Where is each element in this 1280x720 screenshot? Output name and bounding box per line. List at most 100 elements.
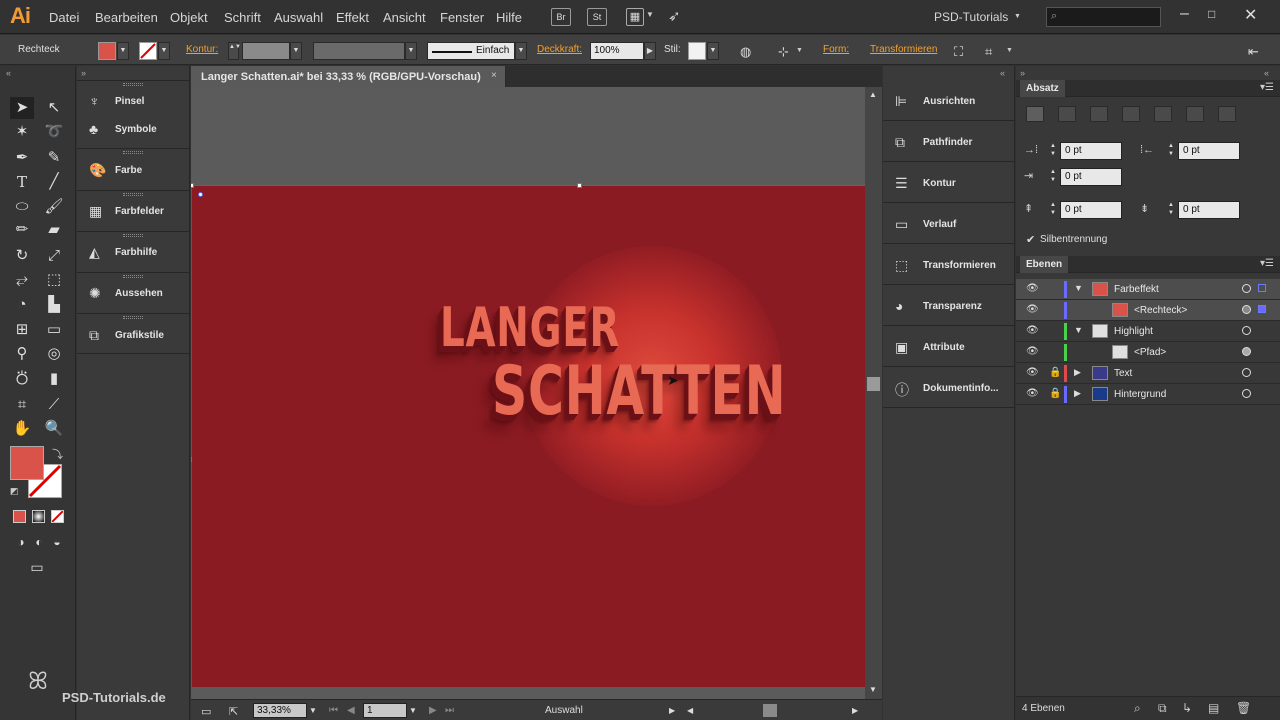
recolor-artwork-icon[interactable]: ◍ xyxy=(740,44,751,60)
blend-tool-icon[interactable]: ◎ xyxy=(44,344,64,364)
menu-auswahl[interactable]: Auswahl xyxy=(274,10,323,25)
layer-name[interactable]: <Rechteck> xyxy=(1134,305,1187,316)
layer-name[interactable]: Text xyxy=(1114,368,1132,379)
control-panel-menu-icon[interactable]: ⇤ xyxy=(1248,44,1259,60)
panel-farbhilfe[interactable]: ◭ Farbhilfe xyxy=(77,241,190,265)
export-icon[interactable]: ⇱ xyxy=(229,705,238,718)
gpu-icon[interactable]: ▭ xyxy=(201,705,211,718)
artboard-dropdown-icon[interactable]: ▼ xyxy=(409,706,417,715)
panel-ausrichten[interactable]: ⊫ Ausrichten xyxy=(883,81,1015,121)
screen-mode-icon[interactable]: ▭ xyxy=(27,557,47,577)
first-line-indent-stepper[interactable]: ▲ ▼ xyxy=(1048,168,1058,186)
target-circle-icon[interactable] xyxy=(1242,284,1251,293)
selection-tool-icon[interactable]: ➤ xyxy=(12,98,32,118)
scroll-up-icon[interactable]: ▲ xyxy=(869,90,877,99)
menu-ansicht[interactable]: Ansicht xyxy=(383,10,426,25)
paragraph-panel-menu-icon[interactable]: ▾☰ xyxy=(1260,82,1274,93)
justify-center-icon[interactable] xyxy=(1154,106,1172,122)
collapse-triangle-icon[interactable]: ▼ xyxy=(1074,283,1083,293)
zoom-tool-icon[interactable]: 🔍 xyxy=(44,419,64,439)
expand-panels-icon[interactable]: » xyxy=(81,68,86,78)
maximize-icon[interactable]: □ xyxy=(1208,7,1215,21)
minimize-icon[interactable]: – xyxy=(1180,5,1189,23)
panel-grip[interactable] xyxy=(123,234,143,237)
stroke-dropdown-icon[interactable]: ▼ xyxy=(158,42,170,60)
scroll-down-icon[interactable]: ▼ xyxy=(869,685,877,694)
canvas[interactable]: LANGER SCHATTEN ➤ xyxy=(191,87,865,687)
close-document-icon[interactable]: × xyxy=(491,70,497,81)
isolate-object-icon[interactable]: ⛶ xyxy=(954,44,963,60)
panel-dokumentinfo[interactable]: ⓘ Dokumentinfo... xyxy=(883,368,1015,408)
locate-object-icon[interactable]: ⌕ xyxy=(1134,701,1141,716)
first-artboard-icon[interactable]: ⏮ xyxy=(329,705,338,716)
panel-grip[interactable] xyxy=(123,151,143,154)
right-indent-stepper[interactable]: ▲ ▼ xyxy=(1166,142,1176,160)
eraser-tool-icon[interactable]: ▰ xyxy=(44,220,64,240)
lock-icon[interactable]: 🔒 xyxy=(1049,388,1061,399)
graphic-style-swatch[interactable] xyxy=(688,42,706,60)
magic-wand-tool-icon[interactable]: ✶ xyxy=(12,122,32,142)
artboard-number-field[interactable]: 1 xyxy=(363,703,407,718)
layers-panel-menu-icon[interactable]: ▾☰ xyxy=(1260,258,1274,269)
left-indent-stepper[interactable]: ▲ ▼ xyxy=(1048,142,1058,160)
layer-row-highlight[interactable]: 👁 ▼ Highlight xyxy=(1016,321,1280,342)
artwork-text-schatten[interactable]: SCHATTEN xyxy=(492,352,786,431)
layer-row-text[interactable]: 👁 🔒 ▶ Text xyxy=(1016,363,1280,384)
layer-name[interactable]: <Pfad> xyxy=(1134,347,1166,358)
symbol-sprayer-tool-icon[interactable]: ⛣ xyxy=(12,369,32,389)
target-circle-icon[interactable] xyxy=(1242,389,1251,398)
layer-row-farbeffekt[interactable]: 👁 ▼ Farbeffekt xyxy=(1016,279,1280,300)
collapse-dock-icon[interactable]: « xyxy=(1264,68,1269,78)
slice-tool-icon[interactable]: ⟋ xyxy=(44,395,64,415)
panel-grafikstile[interactable]: ⧉ Grafikstile xyxy=(77,324,190,348)
target-circle-icon[interactable] xyxy=(1242,305,1251,314)
panel-grip[interactable] xyxy=(123,193,143,196)
first-line-indent-field[interactable]: 0 pt xyxy=(1060,168,1122,186)
workspace-dropdown-icon[interactable]: ▼ xyxy=(1014,13,1021,20)
visibility-eye-icon[interactable]: 👁 xyxy=(1026,346,1039,357)
opacity-link[interactable]: Deckkraft: xyxy=(537,44,582,55)
horizontal-scroll-thumb[interactable] xyxy=(763,704,777,717)
opacity-field[interactable]: 100% xyxy=(590,42,644,60)
space-after-field[interactable]: 0 pt xyxy=(1178,201,1240,219)
left-indent-field[interactable]: 0 pt xyxy=(1060,142,1122,160)
status-menu-icon[interactable]: ▶ xyxy=(669,706,675,715)
color-mode-icon[interactable] xyxy=(13,510,26,523)
expand-triangle-icon[interactable]: ▶ xyxy=(1074,388,1081,399)
selection-handle[interactable] xyxy=(191,183,194,188)
pen-tool-icon[interactable]: ✒ xyxy=(12,148,32,168)
workspace-switcher[interactable]: PSD-Tutorials xyxy=(934,10,1008,24)
document-tab[interactable]: Langer Schatten.ai* bei 33,33 % (RGB/GPU… xyxy=(191,66,506,87)
space-before-field[interactable]: 0 pt xyxy=(1060,201,1122,219)
pencil-tool-icon[interactable]: ✏ xyxy=(12,220,32,240)
fill-dropdown-icon[interactable]: ▼ xyxy=(117,42,129,60)
variable-width-dropdown-icon[interactable]: ▼ xyxy=(405,42,417,60)
artboard[interactable]: LANGER SCHATTEN xyxy=(192,185,865,687)
menu-fenster[interactable]: Fenster xyxy=(440,10,484,25)
panel-transparenz[interactable]: ◕ Transparenz xyxy=(883,286,1015,326)
layer-row-rechteck[interactable]: 👁 <Rechteck> xyxy=(1016,300,1280,321)
style-dropdown-icon[interactable]: ▼ xyxy=(707,42,719,60)
draw-normal-icon[interactable]: ◑ xyxy=(11,532,31,552)
layer-row-pfad[interactable]: 👁 <Pfad> xyxy=(1016,342,1280,363)
visibility-eye-icon[interactable]: 👁 xyxy=(1026,283,1039,294)
new-layer-icon[interactable]: ▤ xyxy=(1208,701,1219,715)
menu-datei[interactable]: Datei xyxy=(49,10,79,25)
perspective-grid-tool-icon[interactable]: ▙ xyxy=(44,295,64,315)
collapse-triangle-icon[interactable]: ▼ xyxy=(1074,325,1083,335)
menu-bearbeiten[interactable]: Bearbeiten xyxy=(95,10,158,25)
none-mode-icon[interactable] xyxy=(51,510,64,523)
align-center-icon[interactable] xyxy=(1058,106,1076,122)
collapse-right-panels-icon[interactable]: « xyxy=(1000,68,1005,78)
panel-pathfinder[interactable]: ⧉ Pathfinder xyxy=(883,122,1015,162)
justify-all-icon[interactable] xyxy=(1218,106,1236,122)
panel-transformieren[interactable]: ⬚ Transformieren xyxy=(883,245,1015,285)
shape-builder-tool-icon[interactable]: ◔ xyxy=(12,295,32,315)
stock-button[interactable]: St xyxy=(587,8,607,26)
search-input[interactable]: ⌕ xyxy=(1046,7,1161,27)
default-fill-stroke-icon[interactable]: ◩ xyxy=(10,486,19,497)
menu-effekt[interactable]: Effekt xyxy=(336,10,369,25)
panel-attribute[interactable]: ▣ Attribute xyxy=(883,327,1015,367)
align-to-selection-icon[interactable]: ⊹ xyxy=(778,44,789,60)
brush-dropdown-icon[interactable]: ▼ xyxy=(515,42,527,60)
